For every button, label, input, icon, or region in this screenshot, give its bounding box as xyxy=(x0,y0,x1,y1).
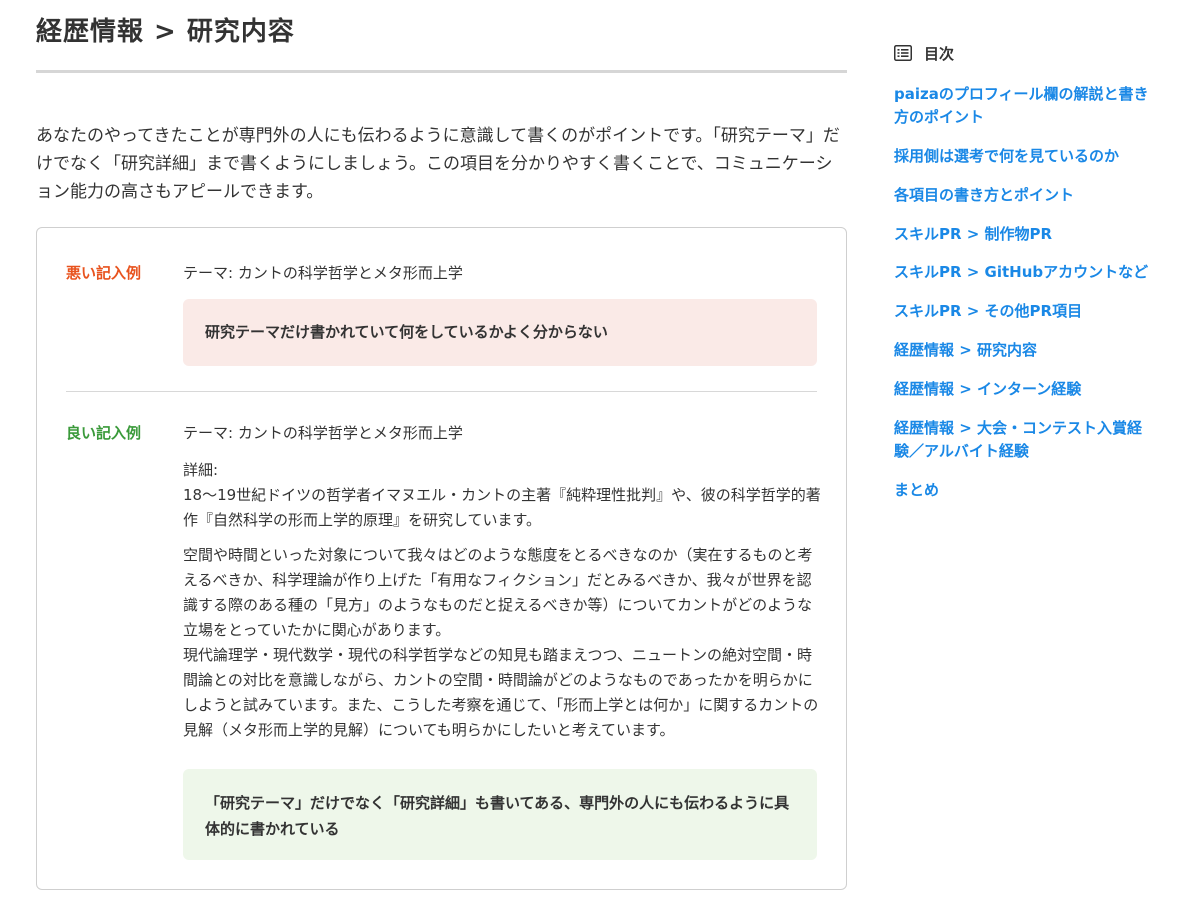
page-title: 経歴情報 > 研究内容 xyxy=(36,17,295,47)
bad-example-theme: テーマ: カントの科学哲学とメタ形而上学 xyxy=(183,264,463,282)
toc-link[interactable]: 各項目の書き方とポイント xyxy=(894,184,1149,207)
toc-title: 目次 xyxy=(924,44,955,63)
table-of-contents: 目次 paizaのプロフィール欄の解説と書き方のポイント 採用側は選考で何を見て… xyxy=(894,40,1154,499)
toc-link[interactable]: まとめ xyxy=(894,479,1149,502)
detail-paragraph-1: 18〜19世紀ドイツの哲学者イマヌエル・カントの主著『純粋理性批判』や、彼の科学… xyxy=(183,486,821,529)
toc-link[interactable]: スキルPR > その他PR項目 xyxy=(894,300,1149,323)
toc-link[interactable]: スキルPR > GitHubアカウントなど xyxy=(894,261,1149,284)
good-example-detail: 詳細: 18〜19世紀ドイツの哲学者イマヌエル・カントの主著『純粋理性批判』や、… xyxy=(183,458,823,743)
example-box: 悪い記入例 テーマ: カントの科学哲学とメタ形而上学 研究テーマだけ書かれていて… xyxy=(36,227,847,890)
good-example-comment: 「研究テーマ」だけでなく「研究詳細」も書いてある、専門外の人にも伝わるように具体… xyxy=(183,769,817,860)
detail-heading: 詳細: xyxy=(183,461,219,479)
intro-text: あなたのやってきたことが専門外の人にも伝わるように意識して書くのがポイントです。… xyxy=(36,126,840,202)
main-content: 経歴情報 > 研究内容 あなたのやってきたことが専門外の人にも伝わるように意識し… xyxy=(36,0,847,890)
title-divider xyxy=(36,70,847,73)
toc-link[interactable]: スキルPR > 制作物PR xyxy=(894,223,1149,246)
toc-link[interactable]: 経歴情報 > 研究内容 xyxy=(894,339,1149,362)
toc-link[interactable]: 経歴情報 > インターン経験 xyxy=(894,378,1149,401)
toc-header: 目次 xyxy=(894,40,1154,66)
good-example-label: 良い記入例 xyxy=(66,424,142,442)
detail-paragraph-3: 現代論理学・現代数学・現代の科学哲学などの知見も踏まえつつ、ニュートンの絶対空間… xyxy=(183,646,819,739)
list-icon xyxy=(894,45,912,61)
toc-link[interactable]: 採用側は選考で何を見ているのか xyxy=(894,145,1149,168)
page: 経歴情報 > 研究内容 あなたのやってきたことが専門外の人にも伝わるように意識し… xyxy=(0,0,1200,909)
detail-paragraph-2: 空間や時間といった対象について我々はどのような態度をとるべきなのか（実在するもの… xyxy=(183,546,813,639)
bad-example-label: 悪い記入例 xyxy=(66,264,142,282)
example-divider xyxy=(66,391,817,392)
toc-link[interactable]: 経歴情報 > 大会・コンテスト入賞経験／アルバイト経験 xyxy=(894,417,1149,463)
bad-example-comment: 研究テーマだけ書かれていて何をしているかよく分からない xyxy=(183,299,817,366)
toc-link[interactable]: paizaのプロフィール欄の解説と書き方のポイント xyxy=(894,83,1149,129)
good-example-theme: テーマ: カントの科学哲学とメタ形而上学 xyxy=(183,424,463,442)
